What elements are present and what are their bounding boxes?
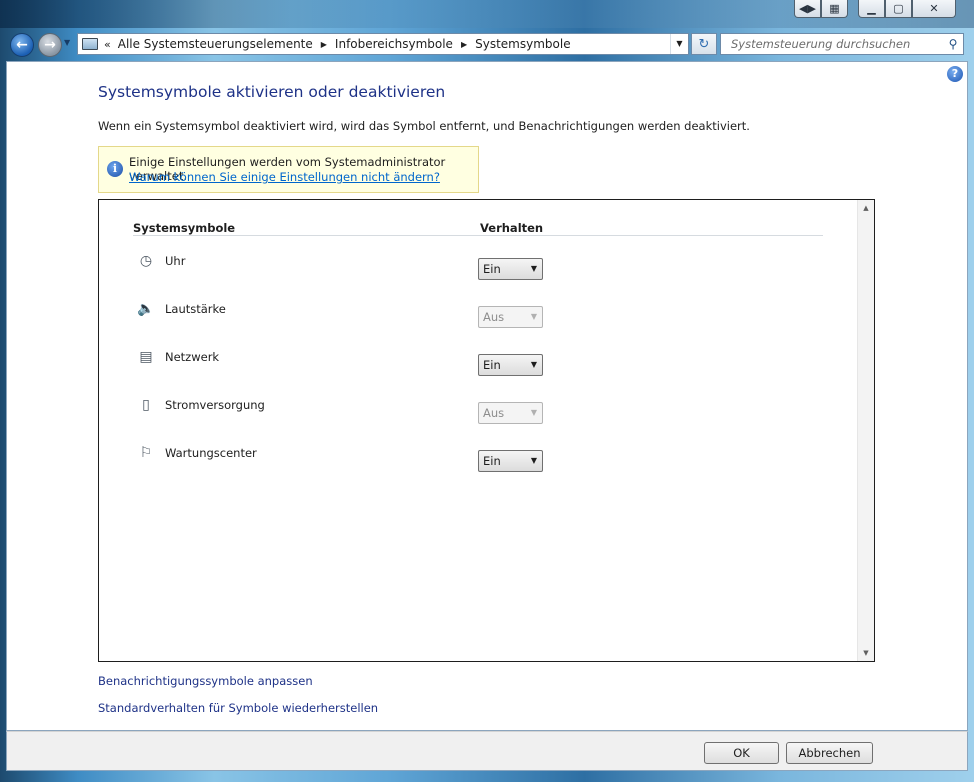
breadcrumb-item-tray[interactable]: Infobereichsymbole <box>335 37 453 51</box>
search-box[interactable]: ⚲ <box>720 33 964 55</box>
admin-info-banner: i Einige Einstellungen werden vom System… <box>98 146 479 193</box>
arrow-left-icon: ← <box>16 37 28 53</box>
arrow-right-icon: → <box>44 37 56 53</box>
chevron-down-icon: ▼ <box>530 456 537 465</box>
history-dropdown-icon[interactable]: ▼ <box>64 38 70 47</box>
page-title: Systemsymbole aktivieren oder deaktivier… <box>98 83 446 101</box>
cancel-button[interactable]: Abbrechen <box>786 742 873 764</box>
power-icon: ▯ <box>142 397 150 413</box>
search-input[interactable] <box>729 36 943 52</box>
refresh-button[interactable]: ↻ <box>691 33 717 55</box>
behavior-select-volume: Aus ▼ <box>478 306 543 328</box>
scroll-down-icon[interactable]: ▼ <box>858 645 874 661</box>
select-value: Ein <box>483 454 501 468</box>
back-forward-icon[interactable]: ◀▶ <box>794 0 821 18</box>
breadcrumb-item-all[interactable]: Alle Systemsteuerungselemente <box>118 37 313 51</box>
back-button[interactable]: ← <box>10 33 34 57</box>
list-item-power: ▯ Stromversorgung Aus ▼ <box>137 396 557 424</box>
close-button[interactable]: ✕ <box>912 0 956 18</box>
scroll-up-icon[interactable]: ▲ <box>858 200 874 216</box>
row-label: Wartungscenter <box>165 446 257 460</box>
list-item-network: ▤ Netzwerk Ein ▼ <box>137 348 557 376</box>
column-header-symbols: Systemsymbole <box>133 221 236 235</box>
info-icon: i <box>107 161 123 177</box>
network-icon: ▤ <box>139 349 153 365</box>
chevron-down-icon: ▼ <box>530 312 537 321</box>
chevron-down-icon: ▼ <box>530 264 537 273</box>
row-label: Netzwerk <box>165 350 220 364</box>
ok-button[interactable]: OK <box>704 742 779 764</box>
select-value: Ein <box>483 262 501 276</box>
chevron-down-icon: ▼ <box>530 408 537 417</box>
breadcrumb-separator-icon[interactable]: ▶ <box>321 40 327 49</box>
column-header-behavior: Verhalten <box>480 221 544 235</box>
behavior-select-action-center[interactable]: Ein ▼ <box>478 450 543 472</box>
address-bar[interactable]: « Alle Systemsteuerungselemente ▶ Infobe… <box>77 33 689 55</box>
forward-button[interactable]: → <box>38 33 62 57</box>
system-icons-list: Systemsymbole Verhalten ◷ Uhr Ein ▼ 🔈 Lau… <box>98 199 875 662</box>
behavior-select-network[interactable]: Ein ▼ <box>478 354 543 376</box>
vertical-scrollbar[interactable]: ▲ ▼ <box>857 200 874 661</box>
list-item-action-center: ⚐ Wartungscenter Ein ▼ <box>137 444 557 472</box>
list-item-volume: 🔈 Lautstärke Aus ▼ <box>137 300 557 328</box>
breadcrumb-item-current[interactable]: Systemsymbole <box>475 37 570 51</box>
customize-notification-icons-link[interactable]: Benachrichtigungssymbole anpassen <box>98 674 313 688</box>
select-value: Ein <box>483 358 501 372</box>
behavior-select-power: Aus ▼ <box>478 402 543 424</box>
flag-icon: ⚐ <box>139 445 153 461</box>
row-label: Uhr <box>165 254 186 268</box>
chevron-down-icon: ▼ <box>530 360 537 369</box>
search-icon[interactable]: ⚲ <box>943 37 963 51</box>
clock-icon: ◷ <box>139 253 153 269</box>
refresh-icon: ↻ <box>698 36 710 52</box>
speaker-icon: 🔈 <box>137 301 155 317</box>
window-buttons: ◀▶ ▦ ▁ ▢ ✕ <box>794 0 964 18</box>
control-panel-icon <box>82 38 98 50</box>
restore-default-behavior-link[interactable]: Standardverhalten für Symbole wiederhers… <box>98 701 378 715</box>
notes-icon[interactable]: ▦ <box>821 0 848 18</box>
select-value: Aus <box>483 406 505 420</box>
content-area: ? Systemsymbole aktivieren oder deaktivi… <box>6 61 968 731</box>
dialog-footer: OK Abbrechen <box>6 731 968 771</box>
select-value: Aus <box>483 310 505 324</box>
row-label: Stromversorgung <box>165 398 265 412</box>
breadcrumb-separator-icon[interactable]: ▶ <box>461 40 467 49</box>
header-divider <box>133 235 823 236</box>
address-dropdown-icon[interactable]: ▼ <box>670 34 688 54</box>
admin-info-link[interactable]: Warum können Sie einige Einstellungen ni… <box>129 170 440 184</box>
list-item-clock: ◷ Uhr Ein ▼ <box>137 252 557 280</box>
behavior-select-clock[interactable]: Ein ▼ <box>478 258 543 280</box>
minimize-button[interactable]: ▁ <box>858 0 885 18</box>
help-icon[interactable]: ? <box>947 66 963 82</box>
maximize-button[interactable]: ▢ <box>885 0 912 18</box>
page-description: Wenn ein Systemsymbol deaktiviert wird, … <box>98 119 750 133</box>
overflow-chevron-icon[interactable]: « <box>104 38 111 51</box>
row-label: Lautstärke <box>165 302 226 316</box>
